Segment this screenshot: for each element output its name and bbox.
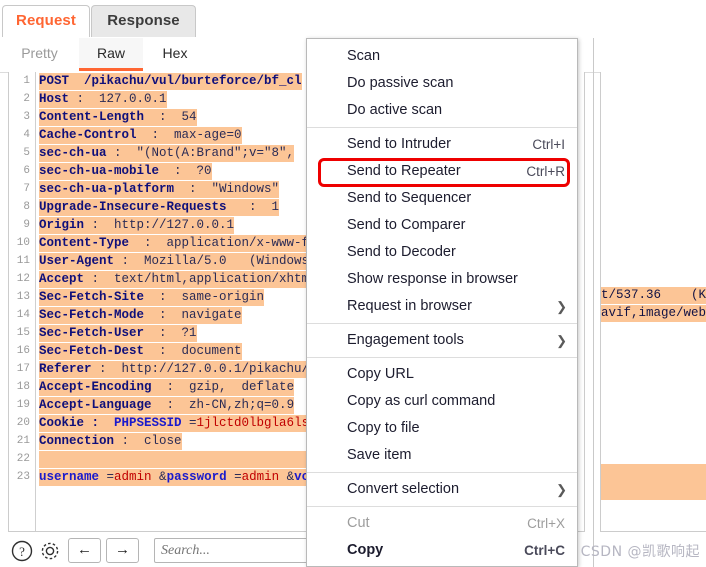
menu-item-copy-url[interactable]: Copy URL — [307, 361, 577, 388]
response-editor[interactable]: t/537.36 (KHTMavif,image/webp, — [600, 72, 706, 532]
menu-item-engagement-tools[interactable]: Engagement tools ❯ — [307, 327, 577, 354]
line-number: 1 — [23, 75, 30, 87]
menu-item-label: Copy as curl command — [347, 393, 496, 409]
search-input[interactable] — [155, 539, 328, 562]
menu-item-label: Send to Repeater — [347, 163, 461, 179]
line-number: 2 — [23, 93, 30, 105]
line-number: 13 — [16, 291, 30, 303]
menu-item-shortcut: Ctrl+I — [532, 137, 565, 152]
line-number: 3 — [23, 111, 30, 123]
menu-item-scan[interactable]: Scan — [307, 43, 577, 70]
svg-text:?: ? — [19, 544, 25, 559]
line-number: 22 — [16, 453, 30, 465]
menu-item-send-to-comparer[interactable]: Send to Comparer — [307, 212, 577, 239]
help-circle-icon[interactable]: ? — [10, 539, 34, 563]
line-number: 15 — [16, 327, 30, 339]
line-number: 10 — [16, 237, 30, 249]
menu-item-label: Send to Sequencer — [347, 190, 472, 206]
menu-item-label: Send to Comparer — [347, 217, 466, 233]
forward-button[interactable]: → — [106, 538, 139, 563]
line-number: 20 — [16, 417, 30, 429]
menu-separator — [307, 506, 577, 507]
menu-separator — [307, 323, 577, 324]
gear-icon[interactable] — [38, 539, 62, 563]
menu-item-show-response-in-browser[interactable]: Show response in browser — [307, 266, 577, 293]
context-menu-items: Scan Do passive scan Do active scan Send to… — [307, 39, 577, 566]
menu-item-label: Copy URL — [347, 366, 414, 382]
tab-response[interactable]: Response — [91, 5, 196, 37]
top-tab-strip: Request Response — [0, 0, 706, 38]
line-number: 8 — [23, 201, 30, 213]
line-number: 14 — [16, 309, 30, 321]
line-number: 19 — [16, 399, 30, 411]
menu-separator — [307, 127, 577, 128]
menu-item-do-active-scan[interactable]: Do active scan — [307, 97, 577, 124]
watermark: CSDN @凯歌响起 — [580, 544, 700, 560]
line-number-gutter: 1 2 3 4 5 6 7 8 9 10 11 12 13 14 15 16 17 18 19 20 21 22 23 — [9, 72, 36, 531]
chevron-right-icon: ❯ — [556, 299, 567, 314]
menu-item-copy-as-curl-command[interactable]: Copy as curl command — [307, 388, 577, 415]
menu-item-convert-selection[interactable]: Convert selection ❯ — [307, 476, 577, 503]
menu-item-label: Send to Decoder — [347, 244, 456, 260]
code-line-overflow: avif,image/webp, — [601, 304, 706, 322]
menu-item-request-in-browser[interactable]: Request in browser ❯ — [307, 293, 577, 320]
menu-item-send-to-repeater[interactable]: Send to Repeater Ctrl+R — [307, 158, 577, 185]
menu-item-label: Send to Intruder — [347, 136, 451, 152]
line-number: 11 — [16, 255, 30, 267]
line-number: 18 — [16, 381, 30, 393]
line-number: 7 — [23, 183, 30, 195]
chevron-right-icon: ❯ — [556, 482, 567, 497]
tab-pretty[interactable]: Pretty — [8, 38, 71, 71]
line-number: 5 — [23, 147, 30, 159]
menu-item-label: Engagement tools — [347, 332, 464, 348]
menu-item-save-item[interactable]: Save item — [307, 442, 577, 469]
line-number: 12 — [16, 273, 30, 285]
chevron-right-icon: ❯ — [556, 333, 567, 348]
tab-raw[interactable]: Raw — [79, 38, 143, 71]
line-number: 17 — [16, 363, 30, 375]
menu-item-copy[interactable]: Copy Ctrl+C — [307, 537, 577, 564]
response-panel: t/537.36 (KHTMavif,image/webp, — [593, 38, 706, 567]
code-line-overflow: t/537.36 (KHTM — [601, 286, 706, 304]
menu-item-shortcut: Ctrl+X — [527, 516, 565, 531]
menu-item-send-to-sequencer[interactable]: Send to Sequencer — [307, 185, 577, 212]
context-menu[interactable]: Scan Do passive scan Do active scan Send to… — [306, 38, 578, 567]
line-number: 23 — [16, 471, 30, 483]
line-number: 21 — [16, 435, 30, 447]
highlight-block — [601, 464, 706, 500]
menu-separator — [307, 472, 577, 473]
response-view-tabs — [594, 38, 706, 73]
menu-item-label: Do passive scan — [347, 75, 454, 91]
menu-item-label: Copy to file — [347, 420, 420, 436]
line-number: 4 — [23, 129, 30, 141]
tab-hex[interactable]: Hex — [149, 38, 201, 71]
back-button[interactable]: ← — [68, 538, 101, 563]
menu-item-send-to-decoder[interactable]: Send to Decoder — [307, 239, 577, 266]
menu-item-send-to-intruder[interactable]: Send to Intruder Ctrl+I — [307, 131, 577, 158]
menu-item-label: Save item — [347, 447, 412, 463]
menu-separator — [307, 357, 577, 358]
menu-item-label: Request in browser — [347, 298, 472, 314]
menu-item-label: Copy — [347, 542, 384, 558]
line-number: 9 — [23, 219, 30, 231]
menu-item-copy-to-file[interactable]: Copy to file — [307, 415, 577, 442]
tab-request[interactable]: Request — [2, 5, 90, 37]
line-number: 6 — [23, 165, 30, 177]
search-field-wrapper[interactable] — [154, 538, 329, 563]
menu-item-do-passive-scan[interactable]: Do passive scan — [307, 70, 577, 97]
menu-item-cut: Cut Ctrl+X — [307, 510, 577, 537]
menu-item-label: Cut — [347, 515, 370, 531]
menu-item-shortcut: Ctrl+R — [526, 164, 565, 179]
menu-item-label: Scan — [347, 48, 381, 64]
menu-item-label: Convert selection — [347, 481, 460, 497]
menu-item-shortcut: Ctrl+C — [524, 543, 565, 558]
menu-item-label: Show response in browser — [347, 271, 518, 287]
line-number: 16 — [16, 345, 30, 357]
menu-item-label: Do active scan — [347, 102, 443, 118]
